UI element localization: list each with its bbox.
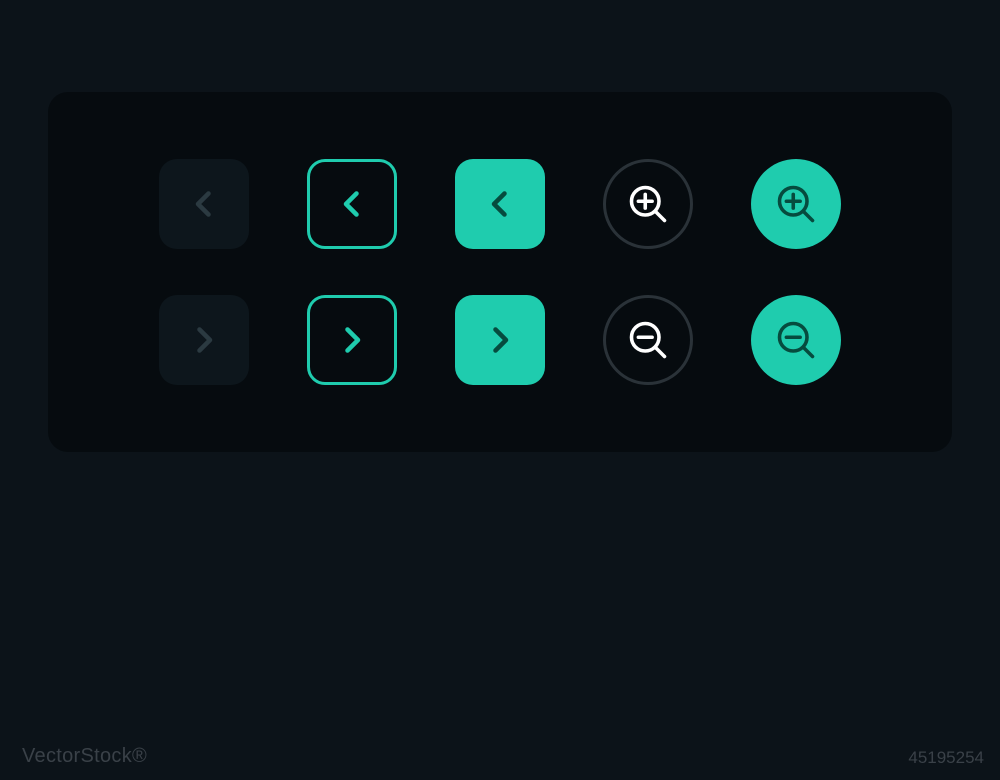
chevron-left-icon (186, 186, 222, 222)
row-top (108, 159, 892, 249)
zoom-out-button-outline[interactable] (603, 295, 693, 385)
zoom-out-icon (774, 318, 818, 362)
zoom-in-button-filled[interactable] (751, 159, 841, 249)
chevron-right-icon (186, 322, 222, 358)
next-button-outline[interactable] (307, 295, 397, 385)
zoom-in-icon (774, 182, 818, 226)
prev-button-disabled[interactable] (159, 159, 249, 249)
icon-button-panel (48, 92, 952, 452)
chevron-right-icon (482, 322, 518, 358)
watermark-text: VectorStock® (22, 745, 147, 768)
zoom-out-button-filled[interactable] (751, 295, 841, 385)
zoom-out-icon (626, 318, 670, 362)
row-bottom (108, 295, 892, 385)
zoom-in-icon (626, 182, 670, 226)
zoom-in-button-outline[interactable] (603, 159, 693, 249)
prev-button-outline[interactable] (307, 159, 397, 249)
prev-button-filled[interactable] (455, 159, 545, 249)
chevron-left-icon (482, 186, 518, 222)
chevron-left-icon (334, 186, 370, 222)
image-id-text: 45195254 (908, 748, 984, 768)
next-button-filled[interactable] (455, 295, 545, 385)
next-button-disabled[interactable] (159, 295, 249, 385)
chevron-right-icon (334, 322, 370, 358)
